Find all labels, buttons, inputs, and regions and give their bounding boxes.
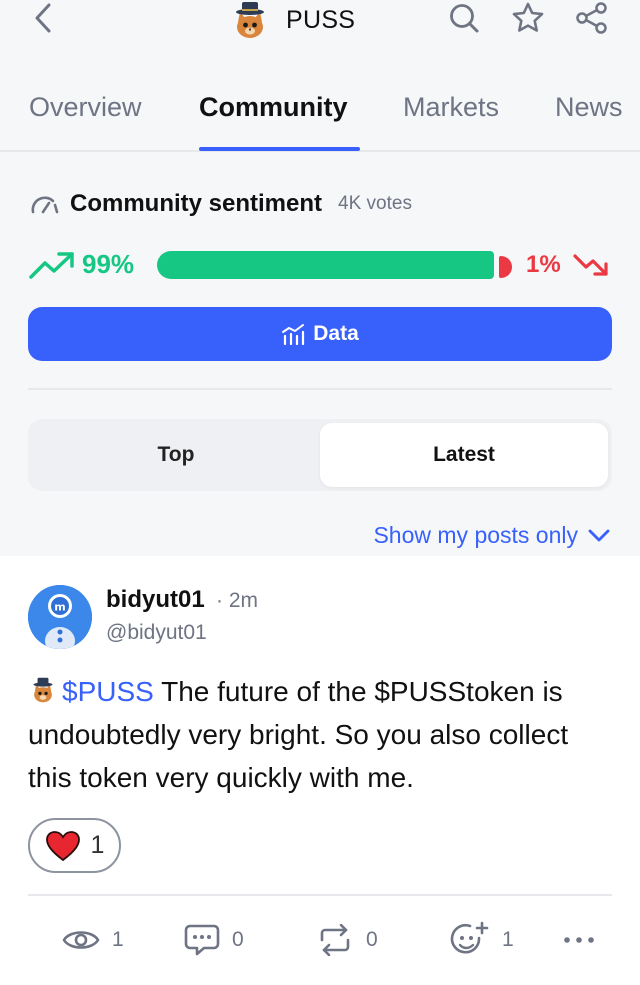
more-icon xyxy=(564,937,594,943)
eye-icon xyxy=(62,931,100,949)
post-time: · 2m xyxy=(216,589,258,612)
heart-icon xyxy=(45,830,80,861)
svg-text:m: m xyxy=(54,601,65,614)
chart-icon xyxy=(282,324,305,345)
bullish-bar xyxy=(157,251,494,279)
gauge-icon xyxy=(31,196,59,214)
tab-bar: Overview Community Markets News xyxy=(0,80,640,152)
more-options-button[interactable] xyxy=(562,922,596,958)
heart-reaction[interactable]: 1 xyxy=(28,818,121,873)
post-username[interactable]: bidyut01 xyxy=(106,586,205,614)
token-title: PUSS xyxy=(228,0,355,40)
avatar[interactable]: m xyxy=(28,585,92,649)
latest-toggle-button[interactable]: Latest xyxy=(320,423,608,487)
header: PUSS Overview Community Markets News xyxy=(0,0,640,152)
tab-news[interactable]: News xyxy=(555,92,623,123)
tab-overview[interactable]: Overview xyxy=(29,92,142,123)
token-logo xyxy=(236,2,264,38)
post-card: m bidyut01 · 2m @bidyut01 $PUSS The futu… xyxy=(0,556,640,985)
back-icon xyxy=(35,3,51,33)
bearish-bar xyxy=(499,256,512,278)
show-my-posts-filter[interactable]: Show my posts only xyxy=(373,522,610,549)
divider xyxy=(28,894,612,896)
heart-reaction-count: 1 xyxy=(90,831,105,859)
comment-button[interactable]: 0 xyxy=(184,922,244,958)
views-stat[interactable]: 1 xyxy=(62,922,124,958)
reposts-count: 0 xyxy=(366,928,378,951)
chevron-down-icon xyxy=(588,529,610,541)
reactions-count: 1 xyxy=(502,928,514,951)
bearish-percent: 1% xyxy=(526,251,561,278)
share-icon xyxy=(576,2,607,34)
tab-markets[interactable]: Markets xyxy=(403,92,499,123)
comment-icon xyxy=(184,924,220,956)
sentiment-votes: 4K votes xyxy=(338,193,412,214)
add-emoji-icon xyxy=(450,921,489,954)
data-button-label: Data xyxy=(313,322,359,345)
search-button[interactable] xyxy=(446,0,482,36)
token-logo-inline xyxy=(33,677,53,703)
watchlist-button[interactable] xyxy=(510,0,546,36)
back-button[interactable] xyxy=(26,0,60,36)
feed-toggle: Top Latest xyxy=(28,419,612,491)
add-reaction-button[interactable]: 1 xyxy=(450,921,514,958)
trending-down-icon xyxy=(573,254,608,276)
show-my-posts-label: Show my posts only xyxy=(373,522,578,548)
bullish-percent: 99% xyxy=(82,249,135,279)
sentiment-title: Community sentiment xyxy=(70,190,323,217)
post-text: $PUSS The future of the $PUSStoken is un… xyxy=(28,670,618,799)
user-avatar-icon: m xyxy=(28,585,92,649)
divider xyxy=(28,388,612,390)
repost-icon xyxy=(320,924,350,956)
post-handle: @bidyut01 xyxy=(106,621,207,644)
trending-up-icon xyxy=(29,252,74,279)
star-icon xyxy=(512,2,544,32)
active-tab-indicator xyxy=(199,147,360,151)
sentiment-header: Community sentiment 4K votes xyxy=(30,190,412,218)
views-count: 1 xyxy=(112,928,124,951)
top-toggle-button[interactable]: Top xyxy=(32,423,320,487)
page-title: PUSS xyxy=(286,5,356,34)
repost-button[interactable]: 0 xyxy=(316,922,378,958)
comments-count: 0 xyxy=(232,928,244,951)
share-button[interactable] xyxy=(574,0,610,36)
search-icon xyxy=(450,4,479,33)
tab-community[interactable]: Community xyxy=(199,92,348,123)
data-button[interactable]: Data xyxy=(28,307,612,361)
ticker-link[interactable]: $PUSS xyxy=(62,676,154,707)
